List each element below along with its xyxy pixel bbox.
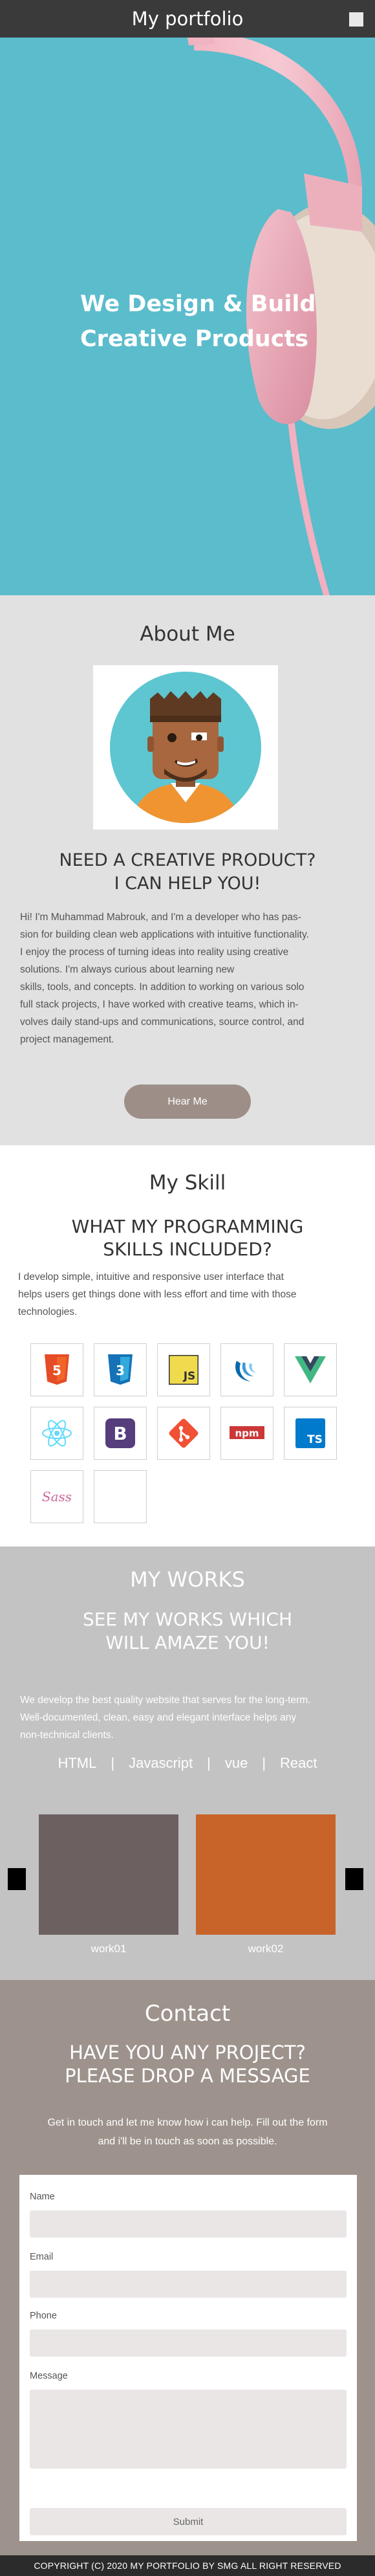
works-next-button[interactable] (345, 1868, 363, 1890)
skill-tile-git[interactable] (157, 1407, 210, 1460)
hero-section: We Design & Build Creative Products (0, 38, 375, 595)
name-label: Name (30, 2192, 55, 2202)
skill-tile-blank (94, 1470, 147, 1523)
css3-icon: 3 (108, 1354, 133, 1385)
skill-tile-bootstrap[interactable]: B (94, 1407, 147, 1460)
filter-separator: | (111, 1755, 115, 1771)
sass-icon: Sass (42, 1489, 72, 1504)
filter-react[interactable]: React (280, 1755, 317, 1772)
works-subtitle-line1: SEE MY WORKS WHICH (82, 1609, 293, 1630)
works-section: MY WORKS SEE MY WORKS WHICH WILL AMAZE Y… (0, 1547, 375, 1980)
about-section: About Me NEED A CREATIVE PRODUCT? I CAN … (0, 595, 375, 1145)
work-label-work01: work01 (91, 1943, 127, 1955)
skill-tile-react[interactable] (30, 1407, 83, 1460)
contact-subtitle-line1: HAVE YOU ANY PROJECT? (69, 2042, 306, 2064)
hero-headline-line1: We Design & Build (80, 291, 316, 317)
contact-subtitle: HAVE YOU ANY PROJECT? PLEASE DROP A MESS… (0, 2041, 375, 2087)
css3-icon-label: 3 (116, 1363, 125, 1378)
skill-tile-sass[interactable]: Sass (30, 1470, 83, 1523)
hero-headline: We Design & Build Creative Products (80, 287, 316, 357)
skill-tile-html[interactable]: 5 (30, 1343, 83, 1396)
javascript-icon-label: JS (183, 1370, 196, 1383)
html5-icon-label: 5 (52, 1363, 61, 1378)
bootstrap-icon: B (105, 1418, 135, 1448)
contact-title: Contact (144, 2001, 231, 2027)
npm-icon-label: npm (235, 1427, 259, 1439)
jquery-icon (235, 1361, 256, 1382)
filter-separator: | (262, 1755, 266, 1771)
footer: COPYRIGHT (C) 2020 MY PORTFOLIO BY SMG A… (0, 2555, 375, 2576)
about-subtitle: NEED A CREATIVE PRODUCT? I CAN HELP YOU! (0, 849, 375, 896)
contact-section: Contact HAVE YOU ANY PROJECT? PLEASE DRO… (0, 1980, 375, 2555)
skills-title: My Skill (149, 1171, 226, 1194)
phone-label: Phone (30, 2311, 57, 2321)
skill-tile-typescript[interactable]: TS (284, 1407, 337, 1460)
works-filter-bar: HTML | Javascript | vue | React (0, 1755, 375, 1772)
message-label: Message (30, 2371, 68, 2381)
skill-tile-javascript[interactable]: JS (157, 1343, 210, 1396)
works-prev-button[interactable] (8, 1868, 26, 1890)
top-navbar: My portfolio (0, 0, 375, 38)
skills-subtitle: WHAT MY PROGRAMMING SKILLS INCLUDED? (0, 1215, 375, 1260)
avatar-frame (93, 665, 278, 830)
filter-html[interactable]: HTML (58, 1755, 96, 1772)
works-subtitle: SEE MY WORKS WHICH WILL AMAZE YOU! (0, 1608, 375, 1655)
vue-icon (295, 1356, 326, 1383)
filter-javascript[interactable]: Javascript (129, 1755, 193, 1772)
skills-section: My Skill WHAT MY PROGRAMMING SKILLS INCL… (0, 1145, 375, 1547)
html5-icon: 5 (45, 1354, 69, 1385)
skills-subtitle-line1: WHAT MY PROGRAMMING (71, 1216, 304, 1237)
typescript-icon-label: TS (307, 1433, 323, 1446)
hear-me-button[interactable]: Hear Me (124, 1084, 251, 1119)
menu-toggle-button[interactable] (349, 12, 363, 27)
npm-icon: npm (230, 1426, 264, 1439)
skill-tile-jquery[interactable] (220, 1343, 273, 1396)
git-icon (169, 1418, 198, 1448)
filter-vue[interactable]: vue (225, 1755, 248, 1772)
hero-headline-line2: Creative Products (80, 326, 309, 353)
typescript-icon: TS (295, 1418, 325, 1448)
about-title: About Me (140, 622, 235, 646)
skill-tile-vue[interactable] (284, 1343, 337, 1396)
sass-icon-label: Sass (42, 1489, 72, 1504)
bootstrap-icon-label: B (113, 1423, 127, 1444)
contact-subtitle-line2: PLEASE DROP A MESSAGE (65, 2065, 310, 2087)
contact-description: Get in touch and let me know how i can h… (47, 2117, 328, 2147)
copyright-text: COPYRIGHT (C) 2020 MY PORTFOLIO BY SMG A… (34, 2560, 341, 2571)
works-title: MY WORKS (130, 1567, 245, 1592)
about-subtitle-line2: I CAN HELP YOU! (114, 874, 261, 894)
works-description: We develop the best quality website that… (20, 1695, 311, 1741)
skill-tile-npm[interactable]: npm (220, 1407, 273, 1460)
submit-button[interactable]: Submit (30, 2508, 347, 2535)
works-subtitle-line2: WILL AMAZE YOU! (105, 1632, 270, 1653)
site-title[interactable]: My portfolio (132, 8, 244, 30)
about-subtitle-line1: NEED A CREATIVE PRODUCT? (59, 850, 316, 870)
message-field[interactable] (30, 2390, 347, 2469)
about-bio: Hi! I'm Muhammad Mabrouk, and I'm a deve… (20, 912, 309, 1045)
email-label: Email (30, 2252, 54, 2262)
work-label-work02: work02 (248, 1943, 284, 1955)
skills-subtitle-line2: SKILLS INCLUDED? (103, 1238, 272, 1260)
javascript-icon: JS (169, 1355, 198, 1385)
email-field[interactable] (30, 2271, 347, 2298)
phone-field[interactable] (30, 2329, 347, 2357)
skill-tile-css[interactable]: 3 (94, 1343, 147, 1396)
work-card-work02[interactable] (196, 1814, 336, 1935)
work-card-work01[interactable] (39, 1814, 178, 1935)
avatar (110, 672, 261, 823)
react-icon (42, 1420, 72, 1447)
skills-description: I develop simple, intuitive and responsi… (18, 1271, 297, 1317)
contact-form: Name Email Phone Message Submit (19, 2175, 357, 2541)
name-field[interactable] (30, 2210, 347, 2238)
filter-separator: | (207, 1755, 211, 1771)
